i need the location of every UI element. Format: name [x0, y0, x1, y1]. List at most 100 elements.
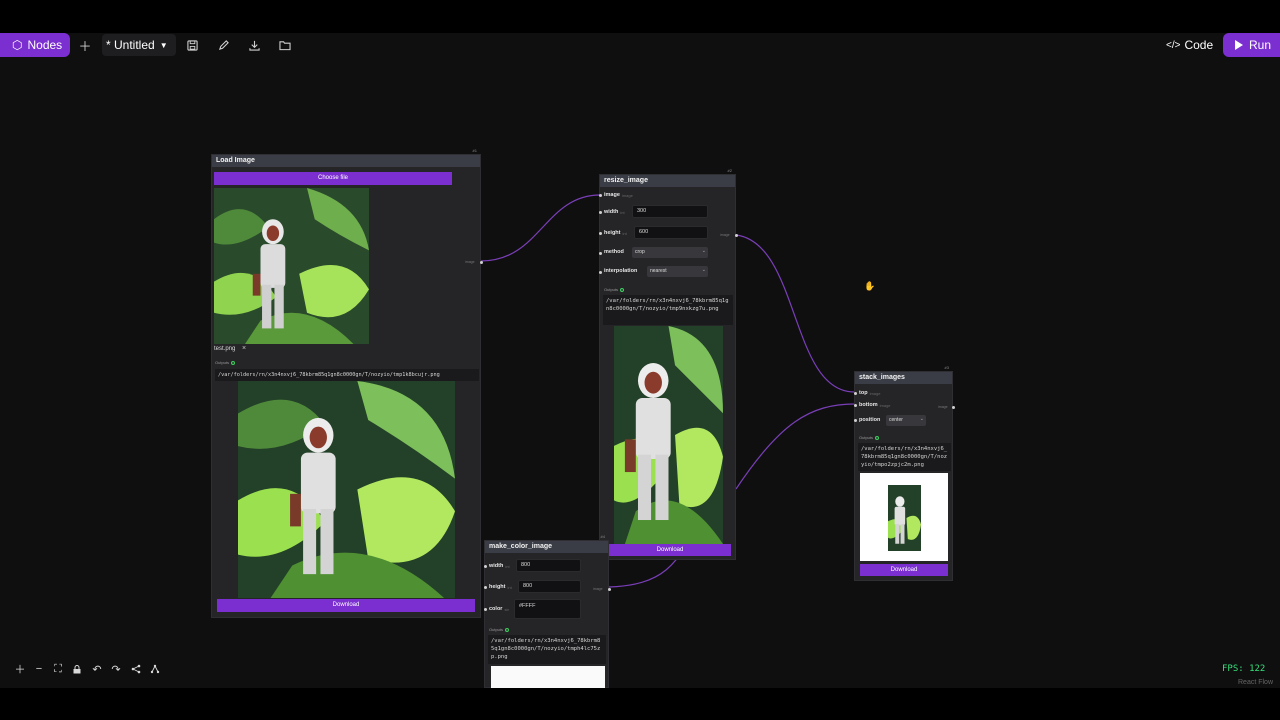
width-input[interactable]: 800 — [516, 559, 581, 572]
input-port-width[interactable] — [599, 211, 602, 214]
download-button[interactable]: Download — [609, 544, 731, 556]
input-port-bottom[interactable] — [854, 404, 857, 407]
field-type: image — [621, 192, 633, 198]
field-type: str — [504, 606, 509, 612]
output-port[interactable] — [608, 588, 611, 591]
interpolation-select[interactable]: nearest — [647, 265, 708, 277]
output-handle-label: image — [938, 405, 948, 409]
input-port-height[interactable] — [599, 232, 602, 235]
field-label: height — [604, 230, 621, 236]
output-handle-label: image — [593, 587, 603, 591]
node-title: resize_image — [600, 175, 735, 187]
stacked-image-preview — [860, 473, 948, 561]
node-id: #4 — [600, 534, 605, 539]
edge-load-to-resize — [480, 194, 601, 262]
width-input[interactable]: 300 — [632, 205, 708, 218]
method-select[interactable]: crop — [632, 246, 708, 258]
node-id: #1 — [472, 148, 477, 153]
output-image-preview — [614, 326, 723, 544]
field-position: position — [859, 417, 880, 423]
remove-file-icon[interactable]: × — [242, 345, 246, 352]
field-image: image image — [604, 192, 633, 198]
info-icon: i — [875, 435, 880, 440]
input-image-preview — [214, 188, 369, 344]
node-load-image[interactable]: #1 Load Image Choose file test.png × Out… — [211, 148, 483, 618]
field-width: width int — [489, 563, 510, 569]
color-input[interactable]: #FFFF — [514, 599, 581, 619]
output-port[interactable] — [480, 261, 483, 264]
edge-resize-to-stack-top — [735, 234, 856, 393]
zoom-in-icon[interactable]: ＋ — [13, 662, 27, 676]
height-input[interactable]: 800 — [518, 580, 581, 593]
outputs-text: Outputs — [215, 360, 230, 365]
output-handle-label: image — [720, 233, 730, 237]
node-id: #3 — [944, 365, 949, 370]
download-button[interactable]: Download — [217, 599, 475, 612]
field-color: color str — [489, 606, 509, 612]
field-type: image — [879, 402, 891, 408]
info-icon: i — [231, 360, 236, 365]
outputs-label: Outputs i — [604, 287, 625, 292]
output-path: /var/folders/rn/x3n4nxvj6_78kbrm85q1gn8c… — [215, 369, 479, 381]
flow-canvas[interactable]: ⬡ Nodes ＋ * Untitled ▼ </> Code Run #1 L… — [0, 33, 1280, 688]
stacked-image-thumb — [888, 485, 921, 551]
output-path: /var/folders/rn/x3n4nxvj6_78kbrm85q1gn8c… — [858, 443, 951, 471]
node-title: Load Image — [212, 155, 480, 167]
height-input[interactable]: 600 — [634, 226, 708, 239]
field-label: width — [489, 563, 504, 569]
undo-icon[interactable]: ↶ — [90, 662, 104, 676]
output-handle-label: image — [465, 260, 475, 264]
input-port-image[interactable] — [599, 194, 602, 197]
fps-counter: FPS: 122 — [1222, 664, 1266, 674]
field-label: interpolation — [604, 268, 638, 274]
node-resize-image[interactable]: #2 resize_image image image width int 30… — [599, 168, 738, 560]
input-port-interpolation[interactable] — [599, 271, 602, 274]
input-port-method[interactable] — [599, 252, 602, 255]
hand-cursor-icon: ✋ — [864, 281, 876, 291]
field-label: height — [489, 584, 506, 590]
field-method: method — [604, 249, 624, 255]
react-flow-attribution[interactable]: React Flow — [1238, 679, 1273, 686]
node-title: stack_images — [855, 372, 952, 384]
outputs-label: Outputs i — [489, 627, 510, 632]
output-port[interactable] — [735, 234, 738, 237]
input-port-top[interactable] — [854, 392, 857, 395]
layout-icon[interactable] — [148, 662, 162, 676]
redo-icon[interactable]: ↷ — [109, 662, 123, 676]
input-port-position[interactable] — [854, 419, 857, 422]
field-top: top image — [859, 390, 880, 396]
output-path: /var/folders/rn/x3n4nxvj6_78kbrm85q1gn8c… — [603, 295, 733, 325]
output-image-preview — [491, 666, 605, 688]
output-port[interactable] — [952, 406, 955, 409]
field-label: image — [604, 192, 620, 198]
node-id: #2 — [727, 168, 732, 173]
zoom-out-icon[interactable]: − — [32, 662, 46, 676]
field-type: int — [620, 209, 625, 215]
field-label: position — [859, 417, 881, 423]
share-icon[interactable] — [129, 662, 143, 676]
input-port-width[interactable] — [484, 565, 487, 568]
output-path: /var/folders/rn/x3n4nxvj6_78kbrm85q1gn8c… — [488, 635, 606, 664]
node-stack-images[interactable]: #3 stack_images top image bottom image p… — [854, 365, 955, 581]
field-type: int — [622, 230, 627, 236]
field-label: top — [859, 390, 868, 396]
info-icon: i — [505, 627, 510, 632]
node-title: make_color_image — [485, 541, 608, 553]
file-name: test.png — [214, 346, 236, 352]
node-make-color-image[interactable]: #4 make_color_image width int 800 height… — [484, 534, 611, 688]
input-port-color[interactable] — [484, 608, 487, 611]
field-type: int — [505, 563, 510, 569]
lock-icon[interactable] — [70, 662, 84, 676]
fit-view-icon[interactable]: ⛶ — [51, 662, 65, 676]
letterbox-bottom — [0, 688, 1280, 720]
field-height: height int — [604, 230, 627, 236]
input-port-height[interactable] — [484, 586, 487, 589]
field-type: image — [869, 390, 881, 396]
field-type: int — [507, 584, 512, 590]
choose-file-button[interactable]: Choose file — [214, 172, 452, 185]
position-select[interactable]: center — [886, 414, 926, 426]
info-icon: i — [620, 287, 625, 292]
download-button[interactable]: Download — [860, 564, 948, 576]
field-interpolation: interpolation — [604, 268, 637, 274]
outputs-text: Outputs — [604, 287, 619, 292]
